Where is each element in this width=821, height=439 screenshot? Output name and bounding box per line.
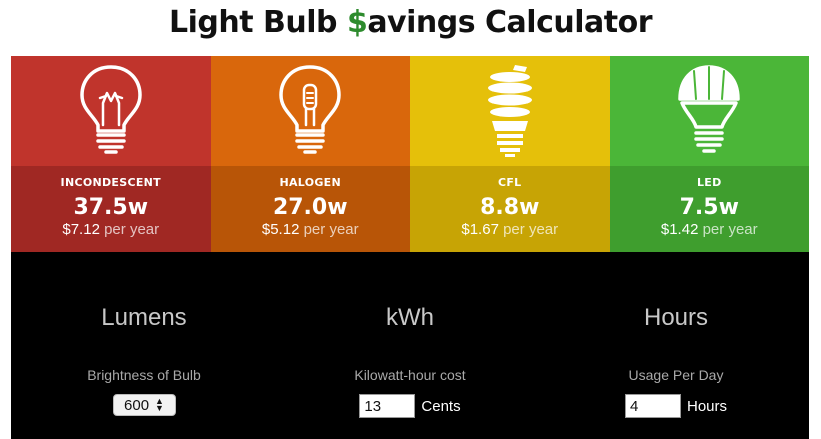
cfl-bulb-icon <box>487 65 532 157</box>
page-title: Light Bulb $avings Calculator <box>0 0 821 56</box>
bulb-watts: 7.5w <box>679 195 739 220</box>
hours-label: Usage Per Day <box>628 367 724 383</box>
kwh-control: kWh Kilowatt-hour cost Cents <box>277 252 543 439</box>
hours-heading: Hours <box>643 304 709 331</box>
bulb-per-year: per year <box>702 221 758 238</box>
bulb-watts: 37.5w <box>73 195 149 220</box>
bulb-card-incandescent: INCONDESCENT 37.5w $7.12 per year <box>11 56 211 252</box>
lumens-heading: Lumens <box>101 304 187 331</box>
bulb-per-year: per year <box>104 221 160 238</box>
lumens-control: Lumens Brightness of Bulb 600 ▲ ▼ <box>11 252 277 439</box>
kwh-cost-input[interactable] <box>359 394 416 418</box>
bulb-name: LED <box>696 176 722 189</box>
lumens-label: Brightness of Bulb <box>87 367 201 383</box>
bulb-per-year: per year <box>303 221 359 238</box>
bulb-name: HALOGEN <box>279 176 342 189</box>
title-prefix: Light Bulb <box>168 5 347 40</box>
lumens-select[interactable]: 600 ▲ ▼ <box>112 394 176 416</box>
bulb-cost: $5.12 <box>261 221 300 238</box>
kwh-heading: kWh <box>386 304 434 331</box>
bulb-per-year: per year <box>503 221 559 238</box>
bulb-watts: 27.0w <box>272 195 348 220</box>
bulb-cost: $1.42 <box>660 221 699 238</box>
led-bulb-icon <box>678 65 740 153</box>
title-suffix: avings Calculator <box>367 5 652 40</box>
kwh-label: Kilowatt-hour cost <box>354 367 466 383</box>
bulb-cost: $7.12 <box>62 221 100 238</box>
bulb-name: CFL <box>498 176 522 189</box>
kwh-unit: Cents <box>421 397 461 415</box>
select-arrows-icon: ▲ ▼ <box>155 396 164 413</box>
title-dollar: $ <box>346 5 368 40</box>
bulb-card-led: LED 7.5w $1.42 per year <box>609 56 809 252</box>
bulb-cost: $1.67 <box>461 221 499 238</box>
bulb-card-halogen: HALOGEN 27.0w $5.12 per year <box>210 56 410 252</box>
lumens-select-value: 600 <box>124 396 150 414</box>
bulb-name: INCONDESCENT <box>60 176 161 189</box>
bulb-card-cfl: CFL 8.8w $1.67 per year <box>410 56 610 252</box>
bulb-comparison: INCONDESCENT 37.5w $7.12 per year HALOGE… <box>11 56 809 252</box>
halogen-bulb-icon <box>279 65 341 154</box>
hours-control: Hours Usage Per Day Hours <box>543 252 809 439</box>
incandescent-bulb-icon <box>80 65 142 154</box>
bulb-watts: 8.8w <box>480 195 540 220</box>
hours-unit: Hours <box>686 397 727 415</box>
calculator-controls: Lumens Brightness of Bulb 600 ▲ ▼ kWh Kil… <box>11 252 809 439</box>
hours-input[interactable] <box>624 394 681 418</box>
